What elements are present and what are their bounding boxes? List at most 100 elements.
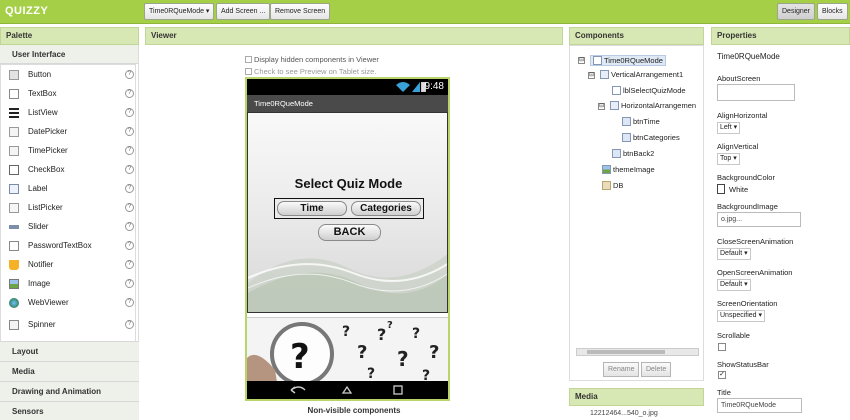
help-icon[interactable]: ? xyxy=(125,298,134,307)
palette-item-label: DatePicker xyxy=(28,127,68,136)
blocks-button[interactable]: Blocks xyxy=(817,3,848,20)
about-screen-label: AboutScreen xyxy=(717,74,761,83)
palette-item-textbox[interactable]: TextBox ? xyxy=(1,86,137,102)
help-icon[interactable]: ? xyxy=(125,108,134,117)
tree-node-label: themeImage xyxy=(613,165,655,174)
svg-text:?: ? xyxy=(290,337,310,377)
show-status-bar-checkbox[interactable]: ✓ xyxy=(718,371,726,379)
collapse-toggle[interactable]: ⊟ xyxy=(588,72,595,79)
help-icon[interactable]: ? xyxy=(125,320,134,329)
palette-item-label: TimePicker xyxy=(28,146,68,155)
delete-button[interactable]: Delete xyxy=(641,362,672,377)
tree-node-btn-categories[interactable]: btnCategories xyxy=(622,133,680,142)
back-button[interactable]: BACK xyxy=(318,224,381,241)
tablet-preview-checkbox[interactable] xyxy=(245,68,252,75)
palette-item-notifier[interactable]: Notifier ? xyxy=(1,257,137,273)
button-icon xyxy=(9,70,19,80)
help-icon[interactable]: ? xyxy=(125,146,134,155)
align-horizontal-select[interactable]: Left ▾ xyxy=(717,122,741,134)
vertical-arrangement[interactable]: Select Quiz Mode Time Categories BACK xyxy=(247,112,448,313)
tree-node-db[interactable]: DB xyxy=(602,181,623,190)
svg-text:?: ? xyxy=(412,326,420,342)
add-screen-button[interactable]: Add Screen ... xyxy=(216,3,271,20)
palette-item-spinner[interactable]: Spinner ? xyxy=(1,317,137,333)
properties-header: Properties xyxy=(711,27,850,45)
status-time: 9:48 xyxy=(424,81,444,92)
horizontal-arrangement[interactable]: Time Categories xyxy=(274,198,424,219)
tree-node-screen[interactable]: Time0RQueMode xyxy=(590,55,666,66)
help-icon[interactable]: ? xyxy=(125,222,134,231)
question-marks-image: ? ? ? ? ? ? ? ? ? ? xyxy=(247,318,448,381)
palette-item-listview[interactable]: ListView ? xyxy=(1,105,137,121)
checkbox-icon xyxy=(9,165,19,175)
tree-node-btn-time[interactable]: btnTime xyxy=(622,117,660,126)
tree-node-vertical-arrangement[interactable]: VerticalArrangement1 xyxy=(600,70,683,79)
help-icon[interactable]: ? xyxy=(125,279,134,288)
palette-item-label: Image xyxy=(28,279,51,288)
palette-item-checkbox[interactable]: CheckBox ? xyxy=(1,162,137,178)
background-image-field[interactable]: o.jpg... xyxy=(717,212,801,227)
scrollable-checkbox[interactable] xyxy=(718,343,726,351)
theme-image[interactable]: ? ? ? ? ? ? ? ? ? ? xyxy=(247,317,448,381)
tree-node-label: Time0RQueMode xyxy=(604,56,663,65)
help-icon[interactable]: ? xyxy=(125,203,134,212)
media-item[interactable]: 12212464...540_o.jpg xyxy=(590,410,658,417)
palette-category-layout[interactable]: Layout xyxy=(0,341,139,361)
designer-button[interactable]: Designer xyxy=(777,3,816,20)
collapse-toggle[interactable]: ⊟ xyxy=(598,103,605,110)
palette-category-sensors[interactable]: Sensors xyxy=(0,401,139,420)
help-icon[interactable]: ? xyxy=(125,260,134,269)
textbox-icon xyxy=(9,89,19,99)
screen-selector-dropdown[interactable]: Time0RQueMode ▾ xyxy=(144,3,215,20)
palette-item-label: Button xyxy=(28,70,52,79)
close-screen-animation-select[interactable]: Default ▾ xyxy=(717,248,751,260)
viewer-header: Viewer xyxy=(145,27,563,45)
tree-node-horizontal-arrangement[interactable]: HorizontalArrangemen xyxy=(610,101,696,110)
align-vertical-select[interactable]: Top ▾ xyxy=(717,153,740,165)
palette-item-slider[interactable]: Slider ? xyxy=(1,219,137,235)
scrollbar-thumb[interactable] xyxy=(587,350,665,354)
open-screen-animation-select[interactable]: Default ▾ xyxy=(717,279,751,291)
tree-node-btn-back[interactable]: btnBack2 xyxy=(612,149,654,158)
palette-item-image[interactable]: Image ? xyxy=(1,276,137,292)
palette-item-label[interactable]: Label ? xyxy=(1,181,137,197)
help-icon[interactable]: ? xyxy=(125,70,134,79)
help-icon[interactable]: ? xyxy=(125,165,134,174)
title-field[interactable]: Time0RQueMode xyxy=(717,398,802,413)
tree-node-label-quiz-mode[interactable]: lblSelectQuizMode xyxy=(612,86,686,95)
components-horizontal-scrollbar[interactable] xyxy=(576,348,699,356)
background-color-picker[interactable]: White xyxy=(717,184,748,194)
show-hidden-checkbox[interactable] xyxy=(245,56,252,63)
help-icon[interactable]: ? xyxy=(125,184,134,193)
help-icon[interactable]: ? xyxy=(125,127,134,136)
time-button[interactable]: Time xyxy=(277,201,347,216)
remove-screen-button[interactable]: Remove Screen xyxy=(270,3,331,20)
help-icon[interactable]: ? xyxy=(125,241,134,250)
show-hidden-row[interactable]: Display hidden components in Viewer xyxy=(245,55,379,64)
tablet-preview-row[interactable]: Check to see Preview on Tablet size. xyxy=(245,67,376,76)
collapse-toggle[interactable]: ⊟ xyxy=(578,57,585,64)
tree-node-theme-image[interactable]: themeImage xyxy=(602,165,655,174)
palette-item-timepicker[interactable]: TimePicker ? xyxy=(1,143,137,159)
categories-button[interactable]: Categories xyxy=(351,201,421,216)
android-nav-bar xyxy=(247,381,448,399)
palette-category-drawing[interactable]: Drawing and Animation xyxy=(0,381,139,401)
palette-section-user-interface[interactable]: User Interface xyxy=(0,45,138,64)
palette-item-button[interactable]: Button ? xyxy=(1,67,137,83)
palette-item-passwordtextbox[interactable]: PasswordTextBox ? xyxy=(1,238,137,254)
rename-button[interactable]: Rename xyxy=(603,362,640,377)
palette-item-listpicker[interactable]: ListPicker ? xyxy=(1,200,137,216)
about-screen-textarea[interactable] xyxy=(717,84,795,101)
screen-orientation-select[interactable]: Unspecified ▾ xyxy=(717,310,766,322)
palette-category-media[interactable]: Media xyxy=(0,361,139,381)
palette-item-label: Label xyxy=(28,184,48,193)
tree-node-label: HorizontalArrangemen xyxy=(621,101,697,110)
palette-item-datepicker[interactable]: DatePicker ? xyxy=(1,124,137,140)
button-icon xyxy=(612,149,621,158)
help-icon[interactable]: ? xyxy=(125,89,134,98)
palette-item-webviewer[interactable]: WebViewer ? xyxy=(1,295,137,311)
palette-panel: User Interface Button ? TextBox ? ListVi… xyxy=(0,45,139,420)
media-header: Media xyxy=(569,388,704,406)
datepicker-icon xyxy=(9,127,19,137)
tree-node-label: DB xyxy=(613,181,624,190)
